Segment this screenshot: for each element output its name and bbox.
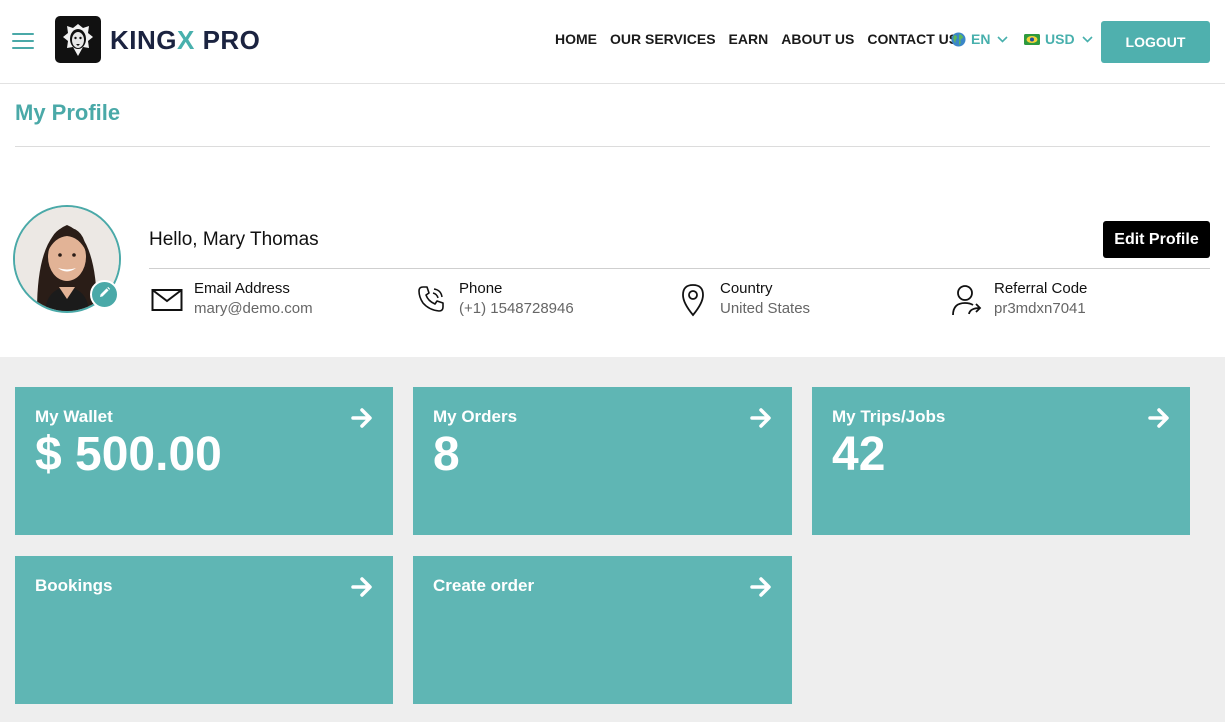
- tile-title: My Trips/Jobs: [832, 407, 946, 426]
- main-nav: HOME OUR SERVICES EARN ABOUT US CONTACT …: [555, 31, 971, 47]
- nav-our-services[interactable]: OUR SERVICES: [610, 31, 716, 47]
- tile-my-wallet[interactable]: My Wallet $ 500.00: [15, 387, 393, 535]
- tile-value: $ 500.00: [35, 428, 222, 481]
- title-divider: [15, 146, 1210, 147]
- tile-value: 42: [832, 428, 886, 481]
- email-value: mary@demo.com: [194, 300, 313, 317]
- arrow-right-icon: [750, 576, 772, 603]
- nav-about-us[interactable]: ABOUT US: [781, 31, 854, 47]
- nav-contact-us[interactable]: CONTACT US: [867, 31, 958, 47]
- arrow-right-icon: [750, 407, 772, 434]
- brand-name-part1: KING: [110, 25, 177, 55]
- tile-create-order[interactable]: Create order: [413, 556, 792, 704]
- flag-icon: [1024, 33, 1040, 45]
- brand-name-part2: PRO: [194, 25, 261, 55]
- mail-icon: [149, 282, 185, 318]
- page-title: My Profile: [15, 100, 121, 125]
- tile-title: My Wallet: [35, 407, 113, 426]
- edit-profile-button[interactable]: Edit Profile: [1103, 221, 1210, 258]
- brand-name[interactable]: KINGX PRO: [110, 25, 260, 56]
- user-share-icon: [949, 282, 985, 318]
- chevron-down-icon: [1081, 35, 1093, 43]
- tile-my-orders[interactable]: My Orders 8: [413, 387, 792, 535]
- tile-my-trips-jobs[interactable]: My Trips/Jobs 42: [812, 387, 1190, 535]
- edit-avatar-button[interactable]: [90, 280, 119, 309]
- currency-selector[interactable]: USD: [1024, 31, 1093, 47]
- arrow-right-icon: [1148, 407, 1170, 434]
- arrow-right-icon: [351, 407, 373, 434]
- country-label: Country: [720, 280, 773, 297]
- menu-icon[interactable]: [12, 33, 34, 50]
- chevron-down-icon: [997, 35, 1009, 43]
- dashboard-area: My Wallet $ 500.00 My Orders 8 My Trips/…: [0, 357, 1225, 722]
- phone-value: (+1) 1548728946: [459, 300, 574, 317]
- profile-divider: [149, 268, 1210, 269]
- arrow-right-icon: [351, 576, 373, 603]
- nav-earn[interactable]: EARN: [729, 31, 769, 47]
- country-info: Country United States: [675, 280, 810, 320]
- tile-bookings[interactable]: Bookings: [15, 556, 393, 704]
- logout-button[interactable]: LOGOUT: [1101, 21, 1210, 63]
- nav-home[interactable]: HOME: [555, 31, 597, 47]
- country-value: United States: [720, 300, 811, 317]
- pencil-icon: [98, 286, 111, 304]
- tile-value: 8: [433, 428, 460, 481]
- globe-icon: [951, 31, 966, 47]
- tile-title: Create order: [433, 576, 535, 595]
- tile-title: Bookings: [35, 576, 113, 595]
- brand-name-x: X: [177, 25, 195, 55]
- currency-value: USD: [1045, 31, 1075, 47]
- phone-label: Phone: [459, 280, 503, 297]
- top-header: KINGX PRO HOME OUR SERVICES EARN ABOUT U…: [0, 0, 1225, 84]
- email-info: Email Address mary@demo.com: [149, 280, 313, 320]
- phone-info: Phone (+1) 1548728946: [414, 280, 574, 320]
- tile-title: My Orders: [433, 407, 518, 426]
- greeting: Hello, Mary Thomas: [149, 229, 319, 250]
- phone-icon: [414, 282, 450, 318]
- lion-logo-icon[interactable]: [55, 16, 101, 63]
- language-value: EN: [971, 31, 991, 47]
- email-label: Email Address: [194, 280, 290, 297]
- referral-info: Referral Code pr3mdxn7041: [949, 280, 1087, 320]
- referral-value: pr3mdxn7041: [994, 300, 1086, 317]
- location-pin-icon: [675, 282, 711, 318]
- referral-label: Referral Code: [994, 280, 1088, 297]
- language-selector[interactable]: EN: [951, 31, 1009, 47]
